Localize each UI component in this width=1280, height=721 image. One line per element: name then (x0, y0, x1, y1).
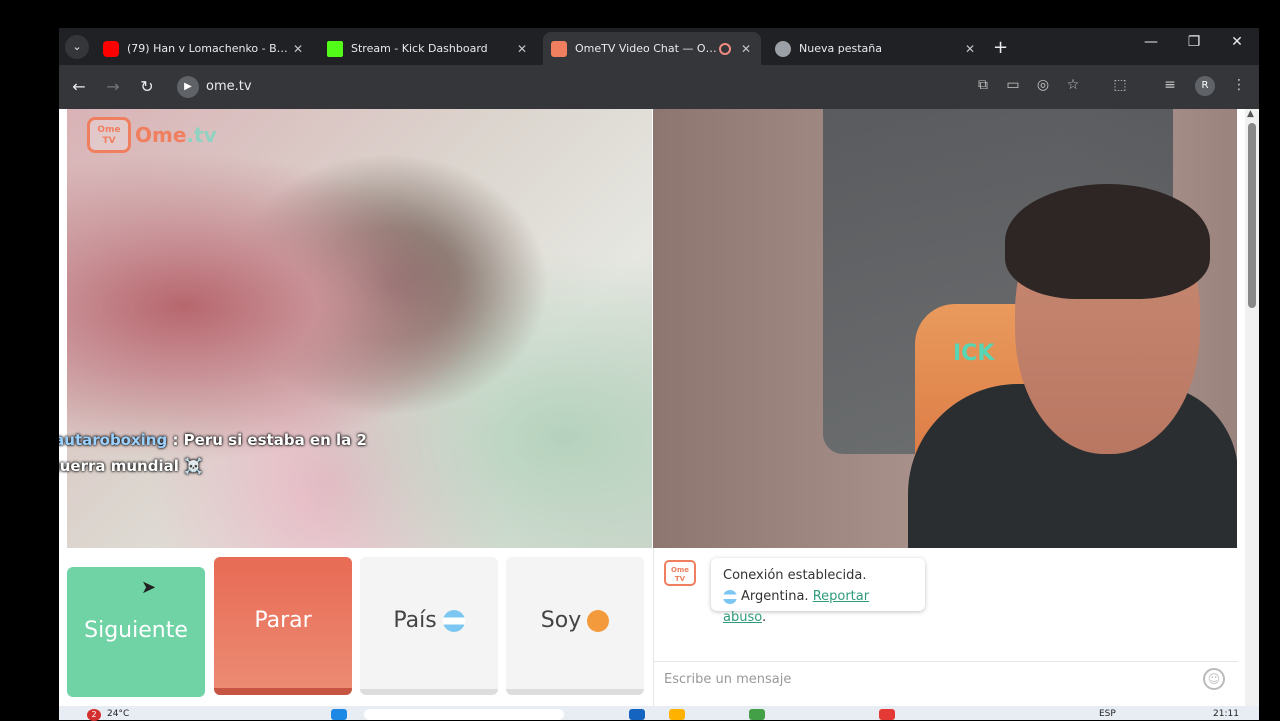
close-window-button[interactable]: ✕ (1222, 34, 1252, 50)
forward-icon[interactable]: → (103, 77, 123, 96)
tv-logo-icon: Ome TV (87, 117, 131, 153)
emoji-icon[interactable]: ☺ (1203, 668, 1225, 690)
tab-kick[interactable]: Stream - Kick Dashboard ✕ (319, 32, 537, 65)
windows-start-icon[interactable] (331, 709, 347, 720)
tab-new[interactable]: Nueva pestaña ✕ (767, 32, 985, 65)
edge-icon[interactable] (629, 709, 645, 720)
ometv-logo: Ome TV Ome.tv (87, 117, 217, 153)
new-tab-button[interactable]: + (993, 37, 1008, 58)
cast-icon[interactable]: ▭ (1003, 77, 1023, 93)
language-indicator[interactable]: ESP (1099, 709, 1116, 719)
profile-avatar[interactable]: R (1195, 76, 1215, 96)
mouse-cursor-icon: ➤ (141, 577, 157, 598)
person-hair (1005, 184, 1210, 299)
recording-icon (719, 42, 731, 55)
connection-status: Conexión establecida. (723, 568, 867, 583)
message-input[interactable]: Escribe un mensaje (654, 661, 1238, 701)
country-button[interactable]: País (360, 557, 498, 695)
restore-button[interactable]: ❐ (1179, 34, 1209, 50)
boy-emoji-icon (587, 610, 610, 632)
chat-panel: Ome TV Conexión establecida. Argentina. … (653, 548, 1238, 714)
partner-country: Argentina. (741, 589, 809, 604)
tab-title: Stream - Kick Dashboard (351, 42, 488, 55)
stranger-video: Ome TV Ome.tv (67, 109, 652, 548)
ometv-page: Ome TV Ome.tv ICK lautaroboxing : Peru s… (59, 109, 1259, 720)
argentina-flag-icon (442, 610, 465, 632)
scroll-up-icon[interactable]: ▲ (1247, 109, 1254, 119)
tab-title: (79) Han v Lomachenko - Boxin (127, 42, 291, 55)
tab-ometv[interactable]: OmeTV Video Chat — Ome ✕ (543, 32, 761, 65)
browser-toolbar: ← → ↻ ▶ ome.tv ⧉ ▭ ◎ ☆ ⬚ ≡ R ⋮ (59, 65, 1259, 109)
stream-chat-overlay: lautaroboxing : Peru si estaba en la 2 g… (59, 427, 369, 479)
eye-off-icon[interactable]: ◎ (1033, 77, 1053, 93)
system-message: Conexión establecida. Argentina. Reporta… (711, 558, 925, 625)
chair-logo-text: ICK (953, 341, 995, 366)
folder-icon[interactable] (669, 709, 685, 720)
stop-button[interactable]: Parar (214, 557, 352, 695)
close-icon[interactable]: ✕ (963, 42, 977, 56)
tv-logo-icon: Ome TV (664, 560, 696, 586)
browser-window: ⌄ (79) Han v Lomachenko - Boxin ✕ Stream… (59, 28, 1259, 720)
translate-icon[interactable]: ⧉ (973, 77, 993, 93)
tab-search-button[interactable]: ⌄ (65, 35, 89, 59)
taskbar-search[interactable] (364, 709, 564, 720)
chat-username: lautaroboxing (59, 431, 168, 449)
next-button[interactable]: Siguiente (67, 567, 205, 697)
close-icon[interactable]: ✕ (739, 42, 753, 56)
windows-taskbar: 2 24°C ESP 21:11 (59, 706, 1259, 721)
back-icon[interactable]: ← (69, 77, 89, 96)
logo-text: Ome.tv (135, 123, 217, 147)
close-icon[interactable]: ✕ (291, 42, 305, 56)
tab-title: OmeTV Video Chat — Ome (575, 42, 719, 55)
extensions-icon[interactable]: ⬚ (1110, 77, 1130, 93)
camera-icon[interactable]: ▶ (177, 76, 199, 98)
address-bar[interactable]: ▶ ome.tv (167, 71, 967, 103)
report-suffix: . (761, 610, 767, 625)
tab-strip: ⌄ (79) Han v Lomachenko - Boxin ✕ Stream… (59, 28, 1259, 65)
whatsapp-icon[interactable] (749, 709, 765, 720)
gender-button[interactable]: Soy (506, 557, 644, 695)
close-icon[interactable]: ✕ (515, 42, 529, 56)
clock[interactable]: 21:11 (1213, 709, 1239, 719)
minimize-button[interactable]: — (1136, 34, 1166, 50)
scrollbar-thumb[interactable] (1248, 123, 1256, 308)
kick-icon (327, 40, 343, 57)
menu-icon[interactable]: ⋮ (1229, 77, 1249, 93)
chrome-taskbar-icon[interactable] (879, 709, 895, 720)
tab-youtube[interactable]: (79) Han v Lomachenko - Boxin ✕ (95, 32, 313, 65)
tab-title: Nueva pestaña (799, 42, 882, 55)
url-text: ome.tv (206, 79, 252, 94)
page-scrollbar[interactable]: ▲ ▼ (1245, 109, 1259, 720)
weather-text[interactable]: 24°C (107, 709, 129, 719)
star-icon[interactable]: ☆ (1063, 77, 1083, 93)
notification-badge[interactable]: 2 (87, 709, 101, 721)
youtube-icon (103, 40, 119, 57)
argentina-flag-icon (723, 589, 737, 604)
self-video: ICK (653, 109, 1237, 548)
reload-icon[interactable]: ↻ (137, 77, 157, 96)
ometv-icon (551, 40, 567, 57)
chrome-icon (775, 40, 791, 57)
media-control-icon[interactable]: ≡ (1160, 77, 1180, 93)
